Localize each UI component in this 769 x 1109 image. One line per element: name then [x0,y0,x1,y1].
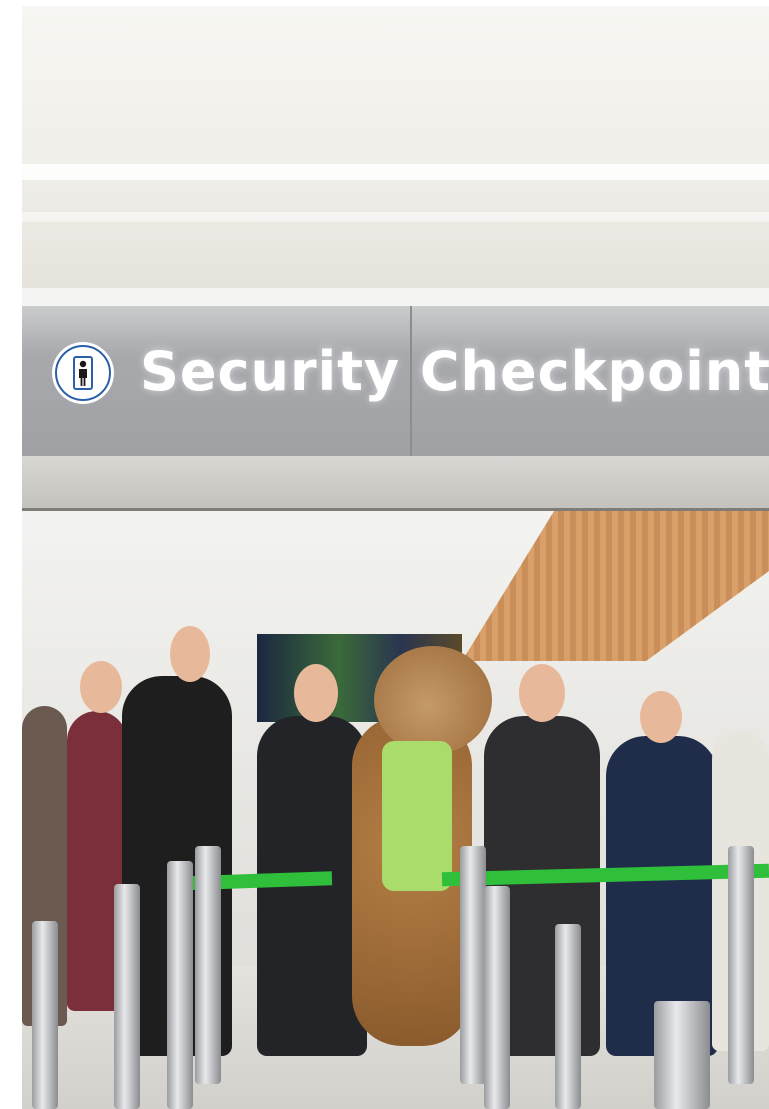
stanchion-post [114,884,140,1109]
stanchion-post [728,846,754,1084]
person-5-head [519,664,565,722]
stanchion-post [195,846,221,1084]
stanchion-post [654,1001,710,1109]
person-silhouette-icon [52,342,114,404]
person-2-head [80,661,122,713]
person-6-head [640,691,682,743]
stanchion-post [555,924,581,1109]
beaver-mascot-head [374,646,492,754]
stanchion-post [32,921,58,1109]
stanchion-post [167,861,193,1109]
stanchion-post [484,886,510,1109]
mascot-scarf [382,741,452,891]
sign-rim [22,288,769,306]
sign-text: Security Checkpoint [140,340,769,403]
stanchion-post [460,846,486,1084]
ceiling-light-band [22,212,769,222]
ceiling-light-band [22,164,769,180]
security-checkpoint-sign: Security Checkpoint [22,288,769,456]
person-4-head [294,664,338,722]
sign-soffit [22,456,769,511]
person-3-head [170,626,210,682]
photo: Security Checkpoint [22,6,769,1109]
ceiling [22,6,769,288]
